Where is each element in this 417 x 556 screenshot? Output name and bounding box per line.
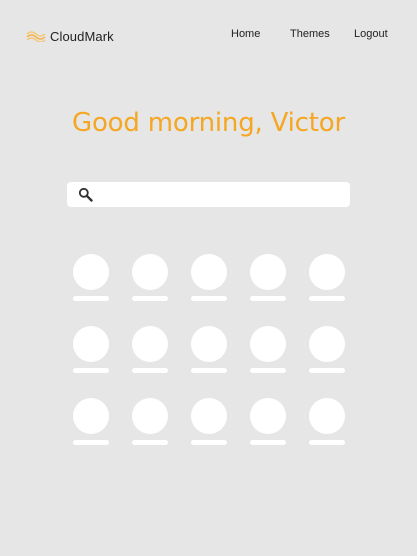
search-input[interactable] [99,184,343,205]
bookmark-tile[interactable] [309,398,345,446]
bookmark-icon [250,254,286,290]
bookmark-label [191,440,227,445]
bookmark-label [73,296,109,301]
bookmark-label [132,368,168,373]
bookmark-icon [132,326,168,362]
top-bar: CloudMark Home Themes Logout [0,0,417,70]
brand[interactable]: CloudMark [26,26,114,46]
bookmark-tile[interactable] [309,326,345,374]
bookmark-label [309,368,345,373]
bookmark-icon [250,326,286,362]
bookmark-tile[interactable] [191,254,227,302]
bookmark-icon [132,398,168,434]
bookmark-tile[interactable] [73,398,109,446]
bookmark-tile[interactable] [73,326,109,374]
bookmark-icon [191,326,227,362]
bookmark-icon [132,254,168,290]
greeting-heading: Good morning, Victor [72,108,345,138]
bookmark-tile[interactable] [191,326,227,374]
bookmark-tile[interactable] [250,398,286,446]
bookmark-tile[interactable] [132,398,168,446]
bookmark-label [309,296,345,301]
bookmark-label [73,440,109,445]
bookmark-tile[interactable] [250,326,286,374]
nav-themes-link[interactable]: Themes [290,28,330,44]
bookmark-icon [73,254,109,290]
bookmark-label [132,440,168,445]
bookmark-tile[interactable] [191,398,227,446]
bookmark-icon [73,398,109,434]
bookmark-icon [191,398,227,434]
nav-home-link[interactable]: Home [231,28,260,44]
bookmark-label [191,368,227,373]
bookmark-label [250,368,286,373]
nav-logout-link[interactable]: Logout [354,28,388,44]
bookmark-tile[interactable] [132,326,168,374]
bookmark-label [250,296,286,301]
search-icon [78,187,93,202]
bookmark-label [250,440,286,445]
bookmark-label [191,296,227,301]
bookmark-icon [250,398,286,434]
bookmark-label [309,440,345,445]
bookmark-tile[interactable] [250,254,286,302]
bookmark-icon [309,398,345,434]
bookmark-icon [73,326,109,362]
bookmark-icon [309,254,345,290]
wave-logo-icon [26,31,46,42]
search-bar[interactable] [67,182,350,207]
bookmark-tile[interactable] [73,254,109,302]
bookmark-icon [191,254,227,290]
bookmark-tile[interactable] [309,254,345,302]
bookmark-icon [309,326,345,362]
bookmark-label [73,368,109,373]
bookmark-tile[interactable] [132,254,168,302]
brand-name: CloudMark [50,28,114,44]
bookmark-label [132,296,168,301]
